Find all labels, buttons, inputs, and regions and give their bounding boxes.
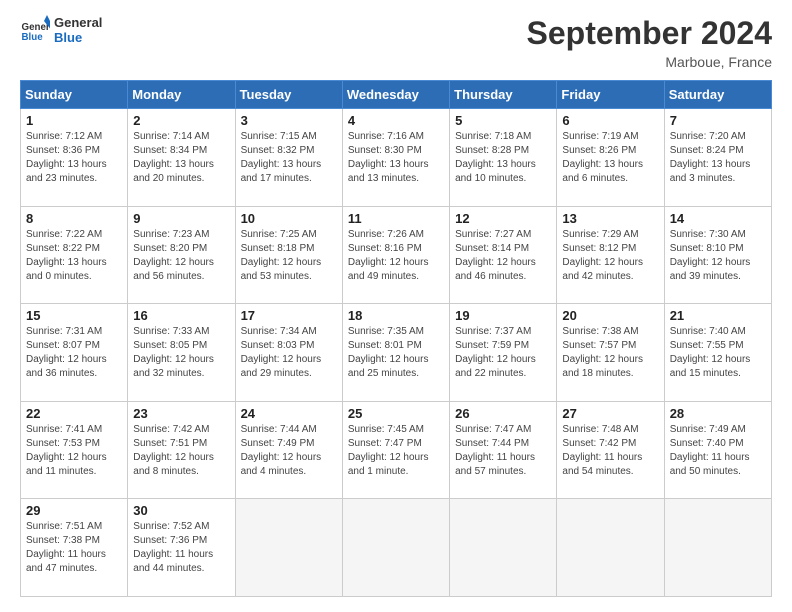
month-title: September 2024 bbox=[527, 15, 772, 52]
title-block: September 2024 Marboue, France bbox=[527, 15, 772, 70]
header-saturday: Saturday bbox=[664, 81, 771, 109]
empty-cell-5 bbox=[664, 499, 771, 597]
day-27: 27 Sunrise: 7:48 AMSunset: 7:42 PMDaylig… bbox=[557, 401, 664, 499]
calendar-row-2: 8 Sunrise: 7:22 AMSunset: 8:22 PMDayligh… bbox=[21, 206, 772, 304]
calendar-row-4: 22 Sunrise: 7:41 AMSunset: 7:53 PMDaylig… bbox=[21, 401, 772, 499]
day-11: 11 Sunrise: 7:26 AMSunset: 8:16 PMDaylig… bbox=[342, 206, 449, 304]
day-6: 6 Sunrise: 7:19 AMSunset: 8:26 PMDayligh… bbox=[557, 109, 664, 207]
header-thursday: Thursday bbox=[450, 81, 557, 109]
logo-icon: General Blue bbox=[20, 15, 50, 45]
header-monday: Monday bbox=[128, 81, 235, 109]
logo-blue: Blue bbox=[54, 30, 102, 45]
day-24: 24 Sunrise: 7:44 AMSunset: 7:49 PMDaylig… bbox=[235, 401, 342, 499]
header-sunday: Sunday bbox=[21, 81, 128, 109]
calendar-row-1: 1 Sunrise: 7:12 AMSunset: 8:36 PMDayligh… bbox=[21, 109, 772, 207]
empty-cell-3 bbox=[450, 499, 557, 597]
day-28: 28 Sunrise: 7:49 AMSunset: 7:40 PMDaylig… bbox=[664, 401, 771, 499]
day-13: 13 Sunrise: 7:29 AMSunset: 8:12 PMDaylig… bbox=[557, 206, 664, 304]
day-2: 2 Sunrise: 7:14 AMSunset: 8:34 PMDayligh… bbox=[128, 109, 235, 207]
logo: General Blue General Blue bbox=[20, 15, 102, 45]
day-29: 29 Sunrise: 7:51 AMSunset: 7:38 PMDaylig… bbox=[21, 499, 128, 597]
day-10: 10 Sunrise: 7:25 AMSunset: 8:18 PMDaylig… bbox=[235, 206, 342, 304]
day-19: 19 Sunrise: 7:37 AMSunset: 7:59 PMDaylig… bbox=[450, 304, 557, 402]
empty-cell-2 bbox=[342, 499, 449, 597]
calendar-row-3: 15 Sunrise: 7:31 AMSunset: 8:07 PMDaylig… bbox=[21, 304, 772, 402]
day-17: 17 Sunrise: 7:34 AMSunset: 8:03 PMDaylig… bbox=[235, 304, 342, 402]
header-tuesday: Tuesday bbox=[235, 81, 342, 109]
day-4: 4 Sunrise: 7:16 AMSunset: 8:30 PMDayligh… bbox=[342, 109, 449, 207]
svg-text:Blue: Blue bbox=[22, 32, 44, 43]
day-5: 5 Sunrise: 7:18 AMSunset: 8:28 PMDayligh… bbox=[450, 109, 557, 207]
day-26: 26 Sunrise: 7:47 AMSunset: 7:44 PMDaylig… bbox=[450, 401, 557, 499]
empty-cell-1 bbox=[235, 499, 342, 597]
page: General Blue General Blue September 2024… bbox=[0, 0, 792, 612]
day-30: 30 Sunrise: 7:52 AMSunset: 7:36 PMDaylig… bbox=[128, 499, 235, 597]
weekday-header-row: Sunday Monday Tuesday Wednesday Thursday… bbox=[21, 81, 772, 109]
empty-cell-4 bbox=[557, 499, 664, 597]
day-9: 9 Sunrise: 7:23 AMSunset: 8:20 PMDayligh… bbox=[128, 206, 235, 304]
day-14: 14 Sunrise: 7:30 AMSunset: 8:10 PMDaylig… bbox=[664, 206, 771, 304]
day-8: 8 Sunrise: 7:22 AMSunset: 8:22 PMDayligh… bbox=[21, 206, 128, 304]
day-18: 18 Sunrise: 7:35 AMSunset: 8:01 PMDaylig… bbox=[342, 304, 449, 402]
calendar-row-5: 29 Sunrise: 7:51 AMSunset: 7:38 PMDaylig… bbox=[21, 499, 772, 597]
day-15: 15 Sunrise: 7:31 AMSunset: 8:07 PMDaylig… bbox=[21, 304, 128, 402]
day-25: 25 Sunrise: 7:45 AMSunset: 7:47 PMDaylig… bbox=[342, 401, 449, 499]
calendar: Sunday Monday Tuesday Wednesday Thursday… bbox=[20, 80, 772, 597]
day-23: 23 Sunrise: 7:42 AMSunset: 7:51 PMDaylig… bbox=[128, 401, 235, 499]
day-12: 12 Sunrise: 7:27 AMSunset: 8:14 PMDaylig… bbox=[450, 206, 557, 304]
header-friday: Friday bbox=[557, 81, 664, 109]
logo-general: General bbox=[54, 15, 102, 30]
header-wednesday: Wednesday bbox=[342, 81, 449, 109]
day-21: 21 Sunrise: 7:40 AMSunset: 7:55 PMDaylig… bbox=[664, 304, 771, 402]
day-1: 1 Sunrise: 7:12 AMSunset: 8:36 PMDayligh… bbox=[21, 109, 128, 207]
day-3: 3 Sunrise: 7:15 AMSunset: 8:32 PMDayligh… bbox=[235, 109, 342, 207]
day-20: 20 Sunrise: 7:38 AMSunset: 7:57 PMDaylig… bbox=[557, 304, 664, 402]
day-22: 22 Sunrise: 7:41 AMSunset: 7:53 PMDaylig… bbox=[21, 401, 128, 499]
header: General Blue General Blue September 2024… bbox=[20, 15, 772, 70]
day-16: 16 Sunrise: 7:33 AMSunset: 8:05 PMDaylig… bbox=[128, 304, 235, 402]
location: Marboue, France bbox=[527, 54, 772, 70]
day-7: 7 Sunrise: 7:20 AMSunset: 8:24 PMDayligh… bbox=[664, 109, 771, 207]
